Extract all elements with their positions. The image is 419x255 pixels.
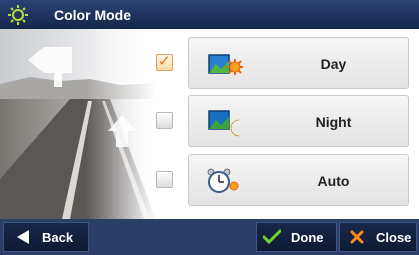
day-button[interactable]: Day — [188, 37, 409, 89]
checkmark-icon: ✓ — [158, 53, 171, 70]
option-row-night: Night — [150, 95, 419, 147]
done-button[interactable]: Done — [256, 222, 337, 252]
day-label: Day — [320, 56, 347, 72]
auto-button[interactable]: Auto — [188, 154, 409, 206]
back-label: Back — [42, 229, 74, 245]
close-label: Close — [376, 229, 412, 245]
close-icon — [348, 228, 366, 246]
page-title: Color Mode — [54, 6, 131, 23]
option-row-auto: Auto — [150, 154, 419, 206]
auto-clock-icon — [207, 167, 245, 197]
day-checkbox[interactable]: ✓ — [156, 53, 173, 71]
footer-bar: Back Done Close — [0, 219, 419, 255]
checkmark-icon — [263, 228, 281, 246]
option-row-day: ✓ Day — [150, 37, 419, 89]
day-icon — [207, 50, 245, 80]
night-checkbox[interactable] — [156, 112, 173, 129]
back-arrow-icon — [14, 228, 32, 246]
auto-label: Auto — [317, 173, 350, 189]
night-icon — [207, 108, 245, 138]
title-bar: Color Mode — [0, 0, 419, 29]
back-button[interactable]: Back — [3, 222, 89, 252]
auto-checkbox[interactable] — [156, 171, 173, 188]
close-button[interactable]: Close — [339, 222, 417, 252]
color-mode-icon — [0, 0, 44, 29]
done-label: Done — [291, 229, 324, 245]
content-area: ✓ Day Night Auto — [0, 29, 419, 219]
night-label: Night — [315, 114, 352, 130]
night-button[interactable]: Night — [188, 95, 409, 147]
road-illustration — [0, 29, 156, 219]
